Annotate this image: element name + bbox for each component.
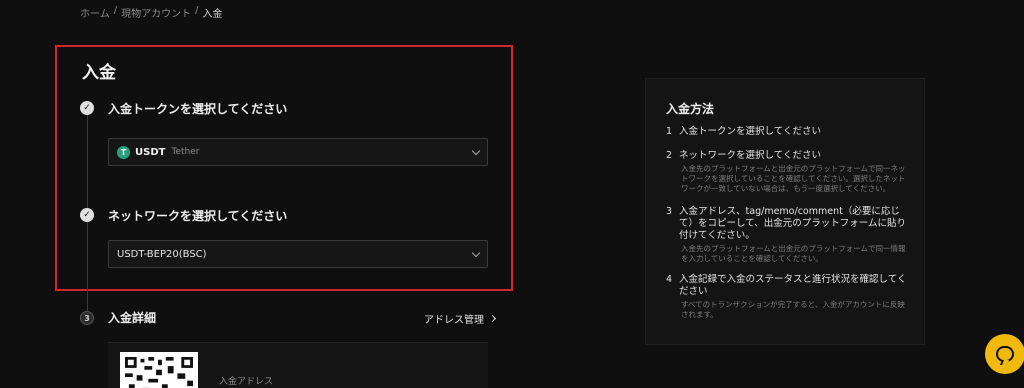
breadcrumb: ホーム / 現物アカウント / 入金 bbox=[80, 5, 222, 20]
breadcrumb-separator: / bbox=[195, 5, 199, 16]
step3-number-icon: 3 bbox=[80, 311, 94, 325]
address-manage-link[interactable]: アドレス管理 bbox=[424, 311, 497, 326]
breadcrumb-home[interactable]: ホーム bbox=[80, 5, 110, 20]
network-select[interactable]: USDT-BEP20(BSC) bbox=[108, 240, 488, 268]
chevron-down-icon bbox=[471, 146, 481, 155]
tether-icon: T bbox=[117, 145, 130, 159]
how-to-step-number: 2 bbox=[666, 150, 673, 161]
support-chat-button[interactable] bbox=[985, 334, 1024, 374]
how-to-step-desc: 入金先のプラットフォームと出金元のプラットフォームで同一情報を入力していることを… bbox=[681, 244, 906, 263]
chat-bubble-icon bbox=[996, 346, 1014, 362]
chevron-right-icon bbox=[488, 314, 497, 323]
breadcrumb-spot-account[interactable]: 現物アカウント bbox=[121, 5, 191, 20]
breadcrumb-separator: / bbox=[113, 5, 118, 16]
token-name: Tether bbox=[171, 147, 200, 157]
how-to-step-number: 4 bbox=[666, 274, 673, 285]
network-value: USDT-BEP20(BSC) bbox=[117, 248, 207, 260]
how-to-step: 1 入金トークンを選択してください bbox=[666, 126, 911, 138]
qr-code bbox=[120, 352, 198, 388]
how-to-step-desc: すべてのトランザクションが完了すると、入金がアカウントに反映されます。 bbox=[681, 300, 905, 319]
how-to-step-title: 入金アドレス、tag/memo/comment（必要に応じて）をコピーして、出金… bbox=[679, 206, 907, 241]
how-to-step: 3 入金アドレス、tag/memo/comment（必要に応じて）をコピーして、… bbox=[666, 206, 911, 264]
how-to-step-title: ネットワークを選択してください bbox=[679, 150, 821, 161]
step3-label: 入金詳細 bbox=[108, 311, 157, 325]
breadcrumb-current: 入金 bbox=[202, 9, 223, 20]
how-to-step-title: 入金記録で入金のステータスと進行状況を確認してください bbox=[679, 274, 907, 297]
how-to-title: 入金方法 bbox=[666, 102, 715, 116]
how-to-step-desc: 入金先のプラットフォームと出金元のプラットフォームで同一ネットワークを選択してい… bbox=[681, 164, 906, 193]
token-select[interactable]: T USDT Tether bbox=[108, 138, 488, 166]
address-manage-label: アドレス管理 bbox=[424, 315, 484, 326]
check-icon: ✓ bbox=[80, 208, 94, 222]
token-symbol: USDT bbox=[135, 146, 166, 158]
how-to-step-number: 1 bbox=[666, 126, 673, 137]
page-title: 入金 bbox=[82, 63, 116, 83]
how-to-step-title: 入金トークンを選択してください bbox=[679, 126, 821, 137]
step2-label: ネットワークを選択してください bbox=[108, 209, 288, 223]
chevron-down-icon bbox=[471, 248, 481, 257]
check-icon: ✓ bbox=[80, 101, 94, 115]
how-to-step: 2 ネットワークを選択してください 入金先のプラットフォームと出金元のプラットフ… bbox=[666, 150, 911, 194]
deposit-address-label: 入金アドレス bbox=[219, 377, 274, 387]
how-to-step: 4 入金記録で入金のステータスと進行状況を確認してください すべてのトランザクシ… bbox=[666, 274, 911, 320]
step1-label: 入金トークンを選択してください bbox=[108, 102, 288, 116]
how-to-step-number: 3 bbox=[666, 206, 673, 217]
